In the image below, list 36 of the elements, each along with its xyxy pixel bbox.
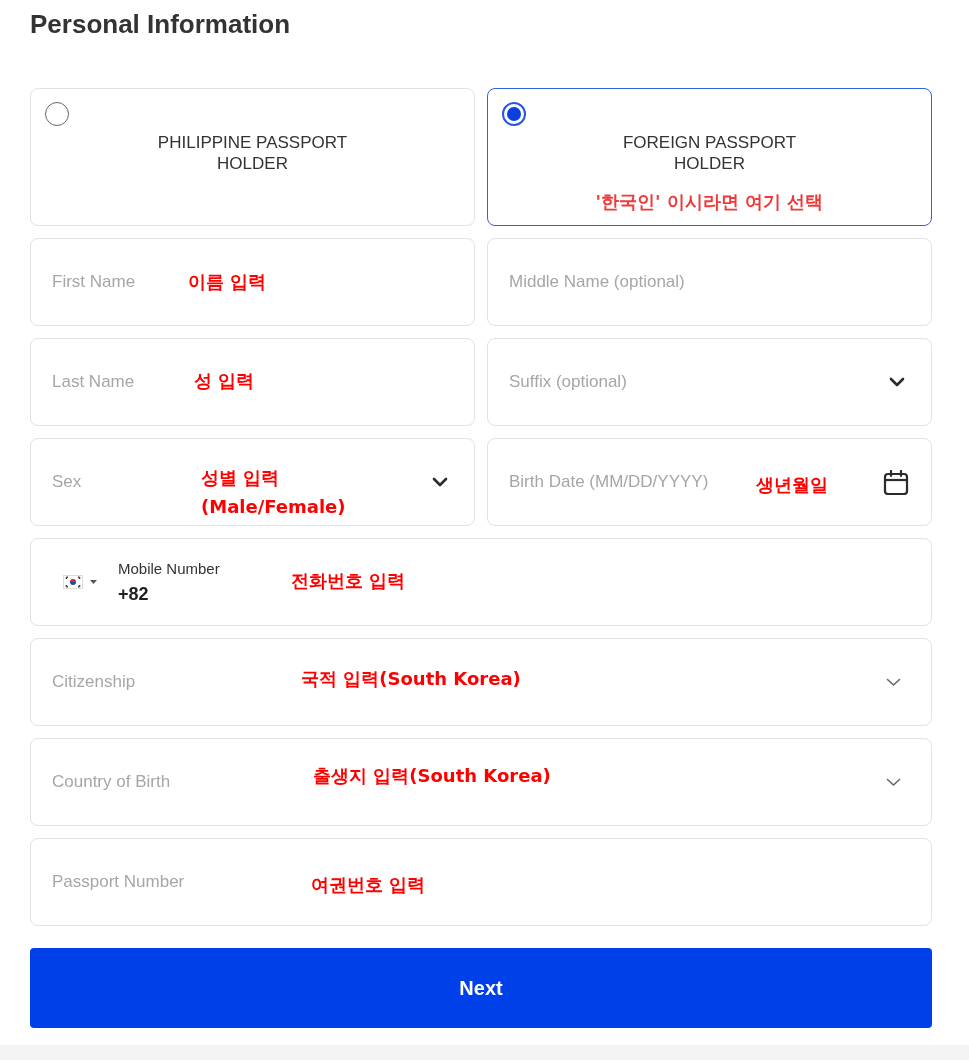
dropdown-input[interactable]: Suffix (optional) (509, 371, 700, 393)
field-label: Mobile Number (118, 559, 220, 579)
option-label: FOREIGN PASSPORT HOLDER (622, 132, 797, 174)
dropdown-input[interactable]: Country of Birth (52, 771, 233, 793)
option-label: PHILIPPINE PASSPORT HOLDER (157, 132, 348, 174)
annotation-text: 여권번호 입력 (311, 873, 426, 897)
passport-option-card[interactable]: FOREIGN PASSPORT HOLDER '한국인' 이시라면 여기 선택 (487, 88, 932, 226)
text-input[interactable]: Middle Name (optional) (509, 271, 750, 293)
date-input[interactable]: Birth Date (MM/DD/YYYY) (509, 471, 734, 493)
dropdown-input[interactable]: Sex (52, 471, 103, 493)
radio-button[interactable] (45, 102, 69, 126)
passport-option-card[interactable]: PHILIPPINE PASSPORT HOLDER (30, 88, 475, 226)
phone-number-input[interactable]: +82 (118, 583, 172, 605)
text-input[interactable]: Passport Number (52, 871, 223, 893)
chevron-down-icon (432, 477, 448, 487)
annotation-text: 국적 입력(South Korea) (301, 667, 521, 691)
chevron-down-icon (886, 777, 901, 787)
dropdown-input[interactable]: Citizenship (52, 671, 183, 693)
caret-icon (90, 580, 97, 584)
annotation-text: 전화번호 입력 (291, 569, 406, 593)
annotation-text: 성별 입력 (Male/Female) (201, 466, 346, 519)
chevron-down-icon (886, 677, 901, 687)
flag-icon (63, 575, 83, 589)
chevron-down-icon (889, 377, 905, 387)
radio-button[interactable] (502, 102, 526, 126)
section-title: Personal Information (30, 9, 292, 39)
annotation-text: 생년월일 (756, 473, 828, 497)
annotation-text: 출생지 입력(South Korea) (313, 764, 551, 788)
next-button[interactable]: Next (30, 948, 932, 1028)
calendar-icon (883, 469, 909, 495)
country-code-button[interactable] (63, 575, 97, 589)
annotation-text: '한국인' 이시라면 여기 선택 (595, 190, 824, 214)
annotation-text: 성 입력 (194, 369, 255, 393)
text-input[interactable]: First Name (52, 271, 173, 293)
annotation-text: 이름 입력 (188, 270, 267, 294)
text-input[interactable]: Last Name (52, 371, 163, 393)
